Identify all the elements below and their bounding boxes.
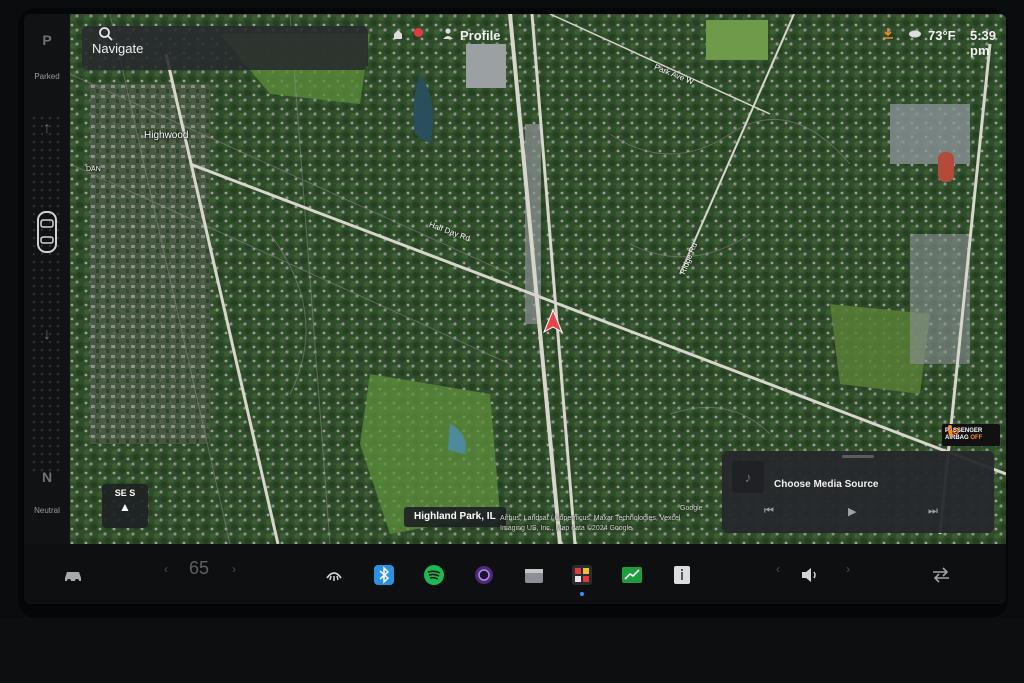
gear-down-arrow-icon[interactable]: ↓ bbox=[37, 326, 57, 344]
next-track-icon[interactable]: ⏭ bbox=[928, 505, 938, 518]
profile-label[interactable]: Profile bbox=[460, 28, 500, 43]
compass-heading: SE S bbox=[114, 488, 136, 498]
media-player-card[interactable]: ♪ Choose Media Source ⏮ ▶ ⏭ bbox=[722, 451, 994, 533]
volume-up-chevron-icon[interactable]: › bbox=[846, 562, 850, 576]
volume-icon[interactable] bbox=[799, 564, 821, 586]
dashboard-below-screen bbox=[0, 618, 1024, 683]
gear-up-arrow-icon[interactable]: ↑ bbox=[37, 120, 57, 138]
compass-button[interactable]: SE S ▲ bbox=[102, 484, 148, 528]
temp-down-chevron-icon[interactable]: ‹ bbox=[164, 562, 168, 576]
record-indicator-icon[interactable] bbox=[414, 28, 423, 37]
attribution-google: Google bbox=[680, 505, 703, 512]
airbag-icon bbox=[948, 425, 959, 436]
download-icon[interactable] bbox=[882, 27, 894, 39]
active-app-indicator bbox=[580, 592, 584, 596]
manual-icon[interactable] bbox=[671, 564, 693, 586]
volume-down-chevron-icon[interactable]: ‹ bbox=[776, 562, 780, 576]
touchscreen: P Parked ↑ ↓ N Neutral Navigate Profile … bbox=[24, 14, 1006, 604]
previous-track-icon[interactable]: ⏮ bbox=[764, 505, 774, 518]
passenger-airbag-indicator: PASSENGER AIRBAG OFF bbox=[942, 424, 1000, 446]
navigate-search-bar[interactable]: Navigate bbox=[82, 26, 368, 70]
airbag-status: OFF bbox=[970, 435, 983, 441]
bottom-dock: ‹ 65 › ‹ › bbox=[24, 544, 1006, 604]
gear-neutral-letter[interactable]: N bbox=[24, 469, 70, 485]
media-source-title[interactable]: Choose Media Source bbox=[774, 479, 878, 490]
swap-icon[interactable] bbox=[930, 564, 952, 586]
gear-park-letter[interactable]: P bbox=[24, 32, 70, 48]
car-icon[interactable] bbox=[62, 564, 84, 586]
speed-readout: 65 bbox=[189, 558, 210, 578]
home-icon[interactable] bbox=[393, 28, 403, 40]
gear-drag-track[interactable] bbox=[30, 114, 64, 474]
car-top-view-icon[interactable] bbox=[35, 210, 59, 254]
current-city-label: Highland Park, IL bbox=[404, 507, 506, 527]
gear-park-label: Parked bbox=[34, 72, 60, 81]
media-drag-handle[interactable] bbox=[842, 455, 874, 458]
temp-up-chevron-icon[interactable]: › bbox=[232, 562, 236, 576]
place-label-highwood: Highwood bbox=[144, 130, 189, 141]
gear-selector-strip[interactable]: P Parked ↑ ↓ N Neutral bbox=[24, 14, 70, 544]
search-icon bbox=[99, 27, 113, 41]
compass-arrow-icon: ▲ bbox=[119, 500, 131, 514]
outside-temperature: 73°F bbox=[928, 28, 956, 43]
camera-icon[interactable] bbox=[473, 564, 495, 586]
defrost-icon[interactable] bbox=[323, 564, 345, 586]
attribution-text: Airbus, Landsat / Copernicus, Maxar Tech… bbox=[500, 515, 681, 532]
clock: 5:39 pm bbox=[970, 28, 997, 58]
music-note-icon: ♪ bbox=[732, 461, 764, 493]
map-attribution: Google Airbus, Landsat / Copernicus, Max… bbox=[500, 504, 703, 534]
apps-icon[interactable] bbox=[571, 564, 593, 586]
place-label-dan: DAN bbox=[86, 166, 101, 173]
spotify-icon[interactable] bbox=[423, 564, 445, 586]
stocks-icon[interactable] bbox=[621, 564, 643, 586]
profile-icon[interactable] bbox=[442, 27, 454, 39]
bluetooth-icon[interactable] bbox=[373, 564, 395, 586]
satellite-map[interactable]: Navigate Profile 73°F 5:39 pm Highwood D… bbox=[70, 14, 1006, 544]
weather-cloud-icon bbox=[909, 30, 921, 38]
search-input[interactable]: Navigate bbox=[92, 41, 143, 56]
play-icon[interactable]: ▶ bbox=[848, 505, 856, 518]
toybox-icon[interactable] bbox=[523, 564, 545, 586]
gear-neutral-label: Neutral bbox=[34, 506, 60, 515]
